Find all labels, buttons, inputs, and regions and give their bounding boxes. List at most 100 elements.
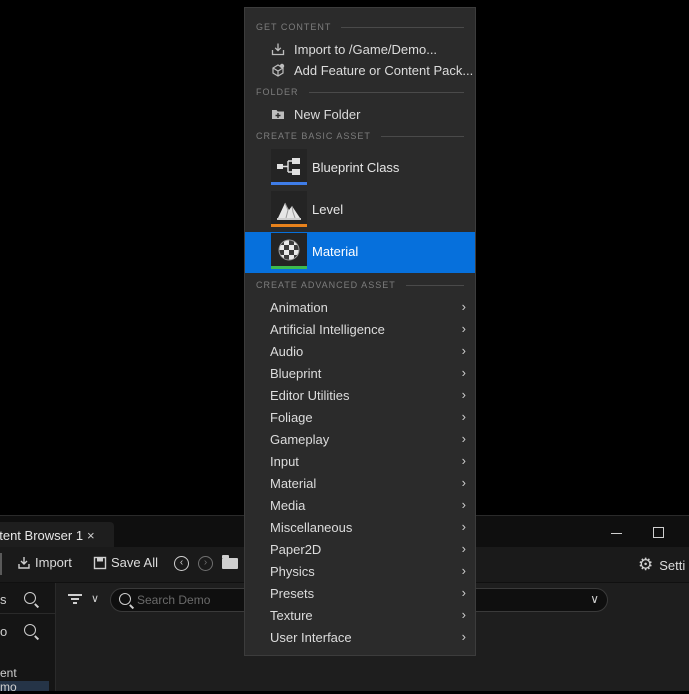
chevron-right-icon: › — [461, 607, 466, 622]
submenu-item-animation[interactable]: Animation › — [245, 297, 475, 319]
section-title: FOLDER — [256, 87, 299, 97]
divider — [0, 613, 55, 614]
submenu-item-label: Texture — [270, 608, 313, 623]
chevron-right-icon: › — [461, 475, 466, 490]
add-feature-content-pack-item[interactable]: Add Feature or Content Pack... — [245, 60, 475, 80]
menu-item-label: Import to /Game/Demo... — [294, 41, 438, 57]
submenu-item-artificial-intelligence[interactable]: Artificial Intelligence › — [245, 319, 475, 341]
settings-label: Setti — [659, 557, 686, 573]
save-icon — [93, 556, 107, 569]
submenu-item-presets[interactable]: Presets › — [245, 583, 475, 605]
submenu-item-editor-utilities[interactable]: Editor Utilities › — [245, 385, 475, 407]
submenu-item-label: Blueprint — [270, 366, 322, 381]
submenu-item-label: User Interface — [270, 630, 352, 645]
new-folder-icon — [272, 110, 284, 119]
chevron-right-icon: › — [461, 541, 466, 556]
submenu-item-user-interface[interactable]: User Interface › — [245, 627, 475, 649]
import-button[interactable]: Import — [17, 555, 72, 570]
forward-icon[interactable]: › — [198, 556, 213, 571]
submenu-item-label: Animation — [270, 300, 328, 315]
submenu-item-label: Audio — [270, 344, 304, 359]
sources-panel: s o ent mo — [0, 583, 56, 694]
content-browser-tab-label: ntent Browser 1 — [0, 527, 84, 543]
content-browser-tab[interactable]: ntent Browser 1 × — [0, 522, 114, 548]
import-icon — [271, 43, 285, 56]
section-header-get-content: GET CONTENT — [256, 20, 464, 34]
chevron-down-icon[interactable]: ∨ — [590, 592, 599, 606]
add-asset-context-menu: GET CONTENT Import to /Game/Demo... Add … — [244, 7, 476, 656]
chevron-down-icon[interactable]: ∨ — [91, 592, 99, 605]
chevron-right-icon: › — [461, 629, 466, 644]
menu-item-label: New Folder — [294, 106, 361, 122]
material-item[interactable]: Material — [245, 232, 475, 273]
folder-icon[interactable] — [222, 555, 238, 569]
chevron-right-icon: › — [461, 497, 466, 512]
asset-label: Material — [312, 244, 359, 259]
search-icon[interactable] — [24, 592, 36, 604]
chevron-right-icon: › — [461, 409, 466, 424]
submenu-item-label: Artificial Intelligence — [270, 322, 385, 337]
chevron-right-icon: › — [461, 321, 466, 336]
chevron-right-icon: › — [461, 365, 466, 380]
search-icon[interactable] — [24, 624, 36, 636]
back-icon[interactable]: ‹ — [174, 556, 189, 571]
gear-icon: ⚙ — [638, 555, 654, 574]
section-header-create-advanced-asset: CREATE ADVANCED ASSET — [256, 278, 464, 292]
submenu-item-label: Foliage — [270, 410, 313, 425]
settings-button[interactable]: ⚙ Setti — [638, 555, 685, 575]
submenu-item-foliage[interactable]: Foliage › — [245, 407, 475, 429]
submenu-item-material[interactable]: Material › — [245, 473, 475, 495]
chevron-right-icon: › — [461, 585, 466, 600]
maximize-icon[interactable] — [653, 527, 664, 538]
minimize-icon[interactable] — [611, 527, 623, 539]
sources-row-label: s — [0, 592, 7, 607]
section-title: GET CONTENT — [256, 22, 332, 32]
import-icon — [18, 556, 30, 569]
new-folder-item[interactable]: New Folder — [245, 104, 475, 124]
material-icon — [271, 233, 307, 269]
blueprint-class-item[interactable]: Blueprint Class — [245, 148, 475, 189]
submenu-item-label: Gameplay — [270, 432, 330, 447]
path-search-row: o — [0, 619, 55, 645]
import-to-game-item[interactable]: Import to /Game/Demo... — [245, 39, 475, 59]
submenu-item-media[interactable]: Media › — [245, 495, 475, 517]
submenu-item-miscellaneous[interactable]: Miscellaneous › — [245, 517, 475, 539]
path-row-label: o — [0, 624, 8, 639]
chevron-right-icon: › — [461, 343, 466, 358]
section-title: CREATE BASIC ASSET — [256, 131, 371, 141]
blueprint-class-icon — [271, 149, 307, 185]
level-icon — [271, 191, 307, 227]
save-all-button[interactable]: Save All — [93, 555, 158, 570]
tree-item-demo[interactable]: mo — [0, 680, 17, 694]
submenu-item-label: Paper2D — [270, 542, 322, 557]
asset-label: Level — [312, 202, 344, 217]
filter-icon[interactable] — [68, 594, 82, 604]
chevron-right-icon: › — [461, 387, 466, 402]
section-header-create-basic-asset: CREATE BASIC ASSET — [256, 129, 464, 143]
submenu-item-paper2d[interactable]: Paper2D › — [245, 539, 475, 561]
level-item[interactable]: Level — [245, 190, 475, 231]
sources-search-row: s — [0, 587, 55, 613]
search-icon — [119, 593, 131, 605]
submenu-item-blueprint[interactable]: Blueprint › — [245, 363, 475, 385]
search-placeholder: Search Demo — [137, 593, 211, 607]
tree-item-content[interactable]: ent — [0, 666, 17, 680]
submenu-item-physics[interactable]: Physics › — [245, 561, 475, 583]
submenu-item-label: Editor Utilities — [270, 388, 350, 403]
submenu-item-gameplay[interactable]: Gameplay › — [245, 429, 475, 451]
content-pack-icon — [272, 63, 285, 77]
asset-label: Blueprint Class — [312, 160, 400, 175]
close-tab-icon[interactable]: × — [87, 528, 95, 543]
submenu-item-label: Media — [270, 498, 306, 513]
chevron-right-icon: › — [461, 299, 466, 314]
chevron-right-icon: › — [461, 431, 466, 446]
submenu-item-audio[interactable]: Audio › — [245, 341, 475, 363]
submenu-item-label: Presets — [270, 586, 315, 601]
add-button-edge[interactable] — [0, 553, 2, 575]
submenu-item-texture[interactable]: Texture › — [245, 605, 475, 627]
submenu-item-input[interactable]: Input › — [245, 451, 475, 473]
submenu-item-label: Miscellaneous — [270, 520, 353, 535]
section-title: CREATE ADVANCED ASSET — [256, 280, 396, 290]
section-header-folder: FOLDER — [256, 85, 464, 99]
save-all-label: Save All — [111, 555, 158, 570]
